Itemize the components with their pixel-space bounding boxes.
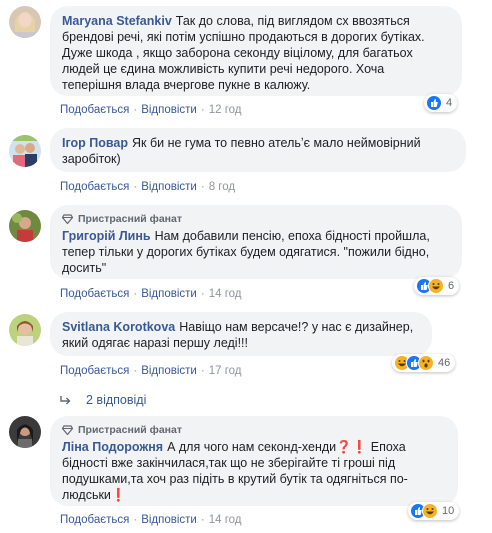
- comment-actions: Подобається · Відповісти · 12 год: [60, 103, 242, 117]
- comment-actions: Подобається · Відповісти · 17 год: [60, 364, 242, 378]
- comment-text-line: Як би не гума то певно ательʼє мало нейм…: [132, 136, 421, 150]
- comment-time[interactable]: 14 год: [209, 288, 242, 300]
- avatar[interactable]: [9, 135, 41, 167]
- comment-text-line: Навіщо нам версаче!? у нас є дизайнер,: [179, 320, 414, 334]
- laugh-reaction-icon: [428, 278, 444, 294]
- comment-author[interactable]: Maryana Stefankiv: [62, 14, 172, 28]
- comment-bubble: Maryana Stefankiv Так до слова, під вигля…: [50, 6, 462, 96]
- avatar[interactable]: [9, 416, 41, 448]
- comment-author[interactable]: Григорій Линь: [62, 229, 151, 243]
- comment-time[interactable]: 12 год: [209, 104, 242, 116]
- reaction-summary[interactable]: 4: [424, 94, 458, 112]
- comment-text-line: досить": [62, 261, 107, 275]
- separator-dot: ·: [133, 514, 138, 526]
- view-replies-link[interactable]: 2 відповіді: [60, 393, 146, 407]
- laugh-reaction-icon: [422, 503, 438, 519]
- reply-arrow-icon: [60, 396, 71, 405]
- reaction-summary[interactable]: 10: [408, 502, 460, 520]
- comment-text-line: Дуже шкода , якщо заборона секонду віціл…: [62, 46, 413, 60]
- avatar[interactable]: [9, 210, 41, 242]
- comment-text-line: Так до слова, під виглядом сх ввозяться: [175, 14, 410, 28]
- diamond-icon: [62, 214, 73, 224]
- replies-count-label[interactable]: 2 відповіді: [86, 393, 146, 407]
- badge-label: Пристрасний фанат: [78, 213, 183, 225]
- comment-bubble: Пристрасний фанат Ліна Подорожня А для чо…: [50, 416, 458, 506]
- avatar[interactable]: [9, 6, 41, 38]
- top-fan-badge: Пристрасний фанат: [62, 423, 446, 437]
- reaction-summary[interactable]: 6: [414, 277, 460, 295]
- comment-time[interactable]: 17 год: [209, 365, 242, 377]
- separator-dot: ·: [133, 104, 138, 116]
- like-link[interactable]: Подобається: [60, 365, 129, 377]
- reply-link[interactable]: Відповісти: [141, 104, 197, 116]
- reply-link[interactable]: Відповісти: [141, 181, 197, 193]
- comment-actions: Подобається · Відповісти · 14 год: [60, 513, 242, 527]
- separator-dot: ·: [200, 514, 205, 526]
- reaction-count: 10: [442, 505, 455, 517]
- badge-label: Пристрасний фанат: [78, 424, 183, 436]
- reply-link[interactable]: Відповісти: [141, 514, 197, 526]
- separator-dot: ·: [200, 288, 205, 300]
- comment-bubble: Ігор Повар Як би не гума то певно ательʼє…: [50, 128, 466, 172]
- like-link[interactable]: Подобається: [60, 288, 129, 300]
- top-fan-badge: Пристрасний фанат: [62, 212, 450, 226]
- like-link[interactable]: Подобається: [60, 514, 129, 526]
- reaction-count: 46: [438, 357, 451, 369]
- comment-time[interactable]: 8 год: [209, 181, 235, 193]
- comment-text-line: заробіток): [62, 152, 121, 166]
- comment-actions: Подобається · Відповісти · 8 год: [60, 180, 235, 194]
- comment-text-line: людськи❗: [62, 488, 127, 502]
- comment-time[interactable]: 14 год: [209, 514, 242, 526]
- comment-text-line: теперішня влада вчергове пукне в калюжу.: [62, 78, 311, 92]
- comment-text-line: подушками,та хоч раз підіть в крутий бут…: [62, 472, 408, 486]
- like-reaction-icon: [426, 95, 442, 111]
- like-link[interactable]: Подобається: [60, 181, 129, 193]
- reaction-count: 4: [446, 97, 453, 109]
- comment-text-line: тепер тільки у дорогих бутіках будем одя…: [62, 245, 430, 259]
- comment-text-line: бідності вже закінчилася,так що не збері…: [62, 456, 396, 470]
- comment-text-line: людей це єдина можливість купити речі не…: [62, 62, 385, 76]
- comment-author[interactable]: Svitlana Korotkova: [62, 320, 175, 334]
- separator-dot: ·: [133, 288, 138, 300]
- separator-dot: ·: [200, 181, 205, 193]
- comment-text-line: брендові речі, які потім успішно продают…: [62, 30, 425, 44]
- separator-dot: ·: [133, 181, 138, 193]
- comment-author[interactable]: Ліна Подорожня: [62, 440, 163, 454]
- reaction-summary[interactable]: 46: [392, 354, 456, 372]
- separator-dot: ·: [200, 365, 205, 377]
- reaction-count: 6: [448, 280, 455, 292]
- reply-link[interactable]: Відповісти: [141, 288, 197, 300]
- diamond-icon: [62, 425, 73, 435]
- comment-text-line: який одягає наразі першу леді!!!: [62, 336, 248, 350]
- comment-bubble: Пристрасний фанат Григорій Линь Нам добав…: [50, 205, 462, 279]
- comment-author[interactable]: Ігор Повар: [62, 136, 128, 150]
- comment-actions: Подобається · Відповісти · 14 год: [60, 287, 242, 301]
- separator-dot: ·: [200, 104, 205, 116]
- comment-text-line: Нам добавили пенсію, епоха бідності прой…: [154, 229, 430, 243]
- wow-reaction-icon: [418, 355, 434, 371]
- comment-text-line: А для чого нам секонд-хенди❓❗ Епоха: [167, 440, 406, 454]
- separator-dot: ·: [133, 365, 138, 377]
- reply-link[interactable]: Відповісти: [141, 365, 197, 377]
- like-link[interactable]: Подобається: [60, 104, 129, 116]
- avatar[interactable]: [9, 314, 41, 346]
- comment-bubble: Svitlana Korotkova Навіщо нам версаче!? у…: [50, 312, 432, 356]
